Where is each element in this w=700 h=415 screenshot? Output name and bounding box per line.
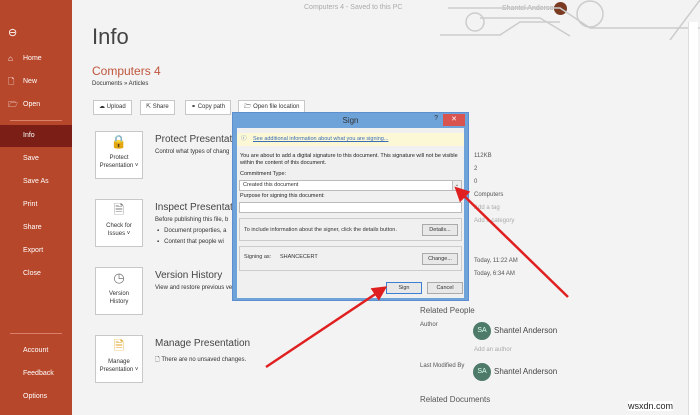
arrow-to-sign [265, 286, 388, 369]
annotation-arrows [265, 186, 569, 369]
arrow-to-dropdown [454, 186, 569, 298]
